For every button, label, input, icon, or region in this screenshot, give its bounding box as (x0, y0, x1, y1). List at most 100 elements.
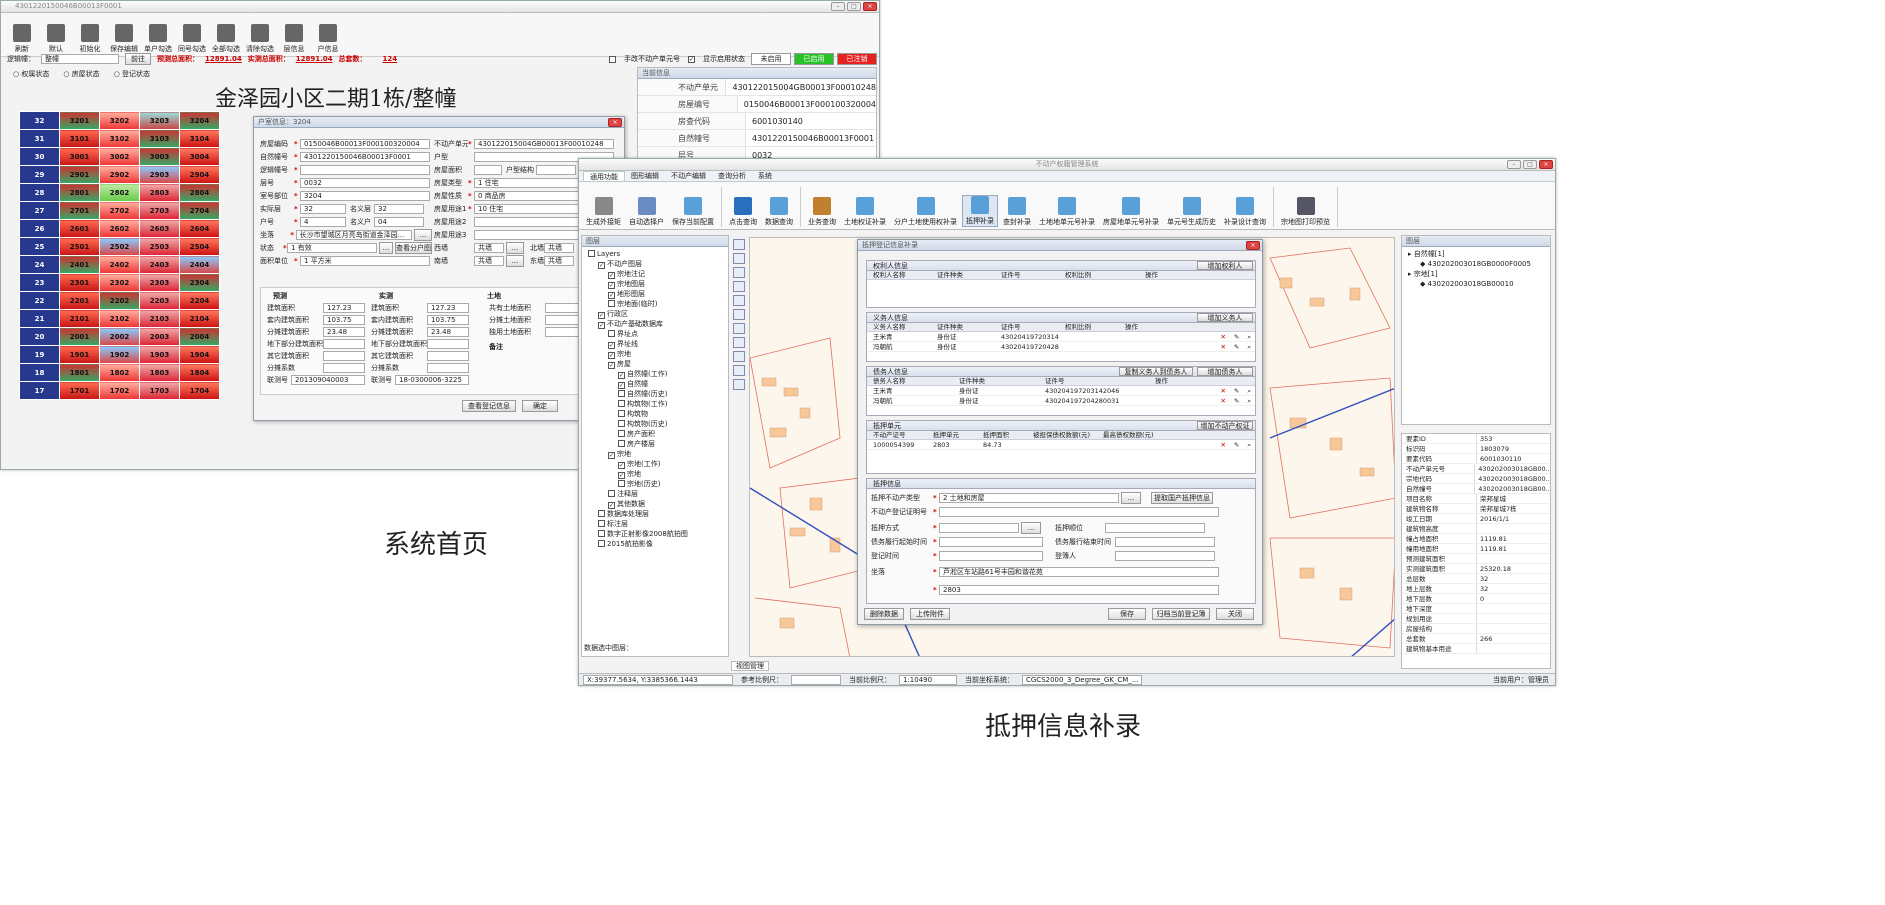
ribbon-button[interactable]: 保存当前配置 (669, 197, 717, 227)
go-button[interactable]: 前往 (125, 53, 151, 65)
unit-cell[interactable]: 2701 (59, 201, 100, 220)
close-button[interactable]: × (863, 2, 877, 11)
layer-item[interactable]: ✓ 宗地(工作) (582, 459, 728, 469)
layer-checkbox[interactable] (618, 390, 625, 397)
ribbon-button[interactable]: 单元号生成历史 (1164, 197, 1219, 227)
layer-item[interactable]: ✓ 地形图层 (582, 289, 728, 299)
edit-icon[interactable]: ✎ (1228, 342, 1241, 351)
copy-obligor-button[interactable]: 复制义务人到债务人 (1119, 367, 1193, 376)
ribbon-tab[interactable]: 通用功能 (583, 171, 625, 181)
ribbon-tab[interactable]: 图形编辑 (625, 171, 665, 181)
ribbon-tab[interactable]: 系统 (752, 171, 778, 181)
unit-field-input[interactable]: 4 (300, 216, 346, 227)
globe-icon[interactable] (733, 295, 745, 306)
ellipsis-button[interactable]: ... (413, 228, 432, 241)
data-row[interactable]: 王米青 身份证 430204197203142... ✕✎⌕ (867, 332, 1255, 342)
ribbon-button[interactable]: 自动选择户 (626, 197, 667, 227)
layer-checkbox[interactable] (598, 540, 605, 547)
jiewei-input[interactable] (1115, 536, 1215, 547)
state-radio[interactable]: ○ 登记状态 (114, 69, 150, 79)
floor-number[interactable]: 25 (19, 237, 60, 256)
mortgage-field-input[interactable]: 2 土地和房屋 (939, 492, 1119, 503)
mortgage-field-input[interactable]: 2803 (939, 584, 1219, 595)
delete-icon[interactable]: ✕ (1214, 440, 1227, 449)
unit-cell[interactable]: 3202 (99, 111, 140, 130)
layer-checkbox[interactable]: ✓ (618, 462, 625, 469)
shice-input[interactable]: 103.75 (427, 315, 469, 325)
delete-icon[interactable]: ✕ (1214, 342, 1227, 351)
yuce-input[interactable]: 127.23 (323, 303, 365, 313)
layer-item[interactable]: Layers (582, 249, 728, 259)
unit-field-input[interactable]: 0032 (300, 177, 430, 188)
ellipsis-button[interactable]: ... (506, 254, 524, 267)
unit-cell[interactable]: 2002 (99, 327, 140, 346)
ribbon-button[interactable]: 业务查询 (805, 197, 839, 227)
status-ref-select[interactable] (791, 674, 841, 685)
floor-number[interactable]: 29 (19, 165, 60, 184)
layer-item[interactable]: 宗地面(临时) (582, 299, 728, 309)
search-icon[interactable]: ⌕ (1241, 440, 1255, 449)
layer-checkbox[interactable]: ✓ (598, 262, 605, 269)
unit-cell[interactable]: 2201 (59, 291, 100, 310)
unit-cell[interactable]: 1702 (99, 381, 140, 400)
unit-field-input[interactable]: 1 有效 (287, 242, 377, 253)
unit-cell[interactable]: 3101 (59, 129, 100, 148)
unit-cell[interactable]: 2001 (59, 327, 100, 346)
manual-unit-checkbox[interactable] (609, 55, 616, 63)
yuce-input[interactable]: 23.48 (323, 327, 365, 337)
show-status-checkbox[interactable]: ✓ (688, 55, 695, 63)
huxing-input[interactable] (536, 164, 576, 175)
unit-cell[interactable]: 2103 (139, 309, 180, 328)
toolbar-button[interactable]: 清除勾选 (245, 24, 275, 54)
unit-cell[interactable]: 2401 (59, 255, 100, 274)
mortgage-dialog-close[interactable]: × (1246, 241, 1260, 250)
mingyi-input[interactable]: 32 (374, 203, 424, 214)
unit-cell[interactable]: 2501 (59, 237, 100, 256)
yuce-input[interactable] (323, 339, 365, 349)
edit-icon[interactable]: ✎ (1228, 332, 1241, 341)
footer-button[interactable]: 保存 (1108, 608, 1146, 620)
layer-item[interactable]: ✓ 自然幢(工作) (582, 369, 728, 379)
property-value[interactable] (1477, 604, 1480, 613)
edit-icon[interactable]: ✎ (1228, 440, 1241, 449)
unit-cell[interactable]: 1902 (99, 345, 140, 364)
layer-item[interactable]: ✓ 宗地图层 (582, 279, 728, 289)
unit-cell[interactable]: 1801 (59, 363, 100, 382)
unit-cell[interactable]: 2503 (139, 237, 180, 256)
zoom-in-icon[interactable] (733, 239, 745, 250)
floor-number[interactable]: 31 (19, 129, 60, 148)
floor-number[interactable]: 22 (19, 291, 60, 310)
unit-cell[interactable]: 2602 (99, 219, 140, 238)
property-value[interactable]: 32 (1477, 584, 1488, 593)
toolbar-button[interactable]: 全部勾选 (211, 24, 241, 54)
shice-input[interactable] (427, 351, 469, 361)
toolbar-button[interactable]: 同号勾选 (177, 24, 207, 54)
property-value[interactable]: 430202003018GB00... (1475, 474, 1550, 483)
unit-cell[interactable]: 2804 (179, 183, 220, 202)
unit-cell[interactable]: 1903 (139, 345, 180, 364)
ribbon-button[interactable]: 土地地单元号补录 (1036, 197, 1098, 227)
layer-item[interactable]: ✓ 房屋 (582, 359, 728, 369)
unit-cell[interactable]: 2404 (179, 255, 220, 274)
unit-cell[interactable]: 2204 (179, 291, 220, 310)
property-value[interactable] (1477, 554, 1480, 563)
unit-cell[interactable]: 2304 (179, 273, 220, 292)
ribbon-button[interactable]: 点击查询 (726, 197, 760, 227)
unit-cell[interactable]: 2101 (59, 309, 100, 328)
data-row[interactable]: 王米青 身份证 430204197203142046 ✕ ✎ ⌕ (867, 386, 1255, 396)
unit-cell[interactable]: 3203 (139, 111, 180, 130)
shice-input[interactable] (427, 363, 469, 373)
ribbon-button[interactable]: 数据查询 (762, 197, 796, 227)
dengbuji-input[interactable] (1115, 550, 1215, 561)
layer-checkbox[interactable] (618, 410, 625, 417)
identify-item[interactable]: ◆ 430202003018GB0000F0005 (1404, 259, 1548, 269)
shice-input[interactable]: 23.48 (427, 327, 469, 337)
unit-cell[interactable]: 3104 (179, 129, 220, 148)
maximize-button[interactable]: □ (847, 2, 861, 11)
edit-icon[interactable]: ✎ (1228, 386, 1241, 395)
identify-item[interactable]: ▸ 宗地[1] (1404, 269, 1548, 279)
status-button[interactable]: 已注销 (837, 53, 877, 65)
unit-field-input[interactable]: 32 (300, 203, 346, 214)
property-value[interactable] (1477, 524, 1480, 533)
view-plan-button[interactable]: 查看分户图 (395, 241, 432, 254)
